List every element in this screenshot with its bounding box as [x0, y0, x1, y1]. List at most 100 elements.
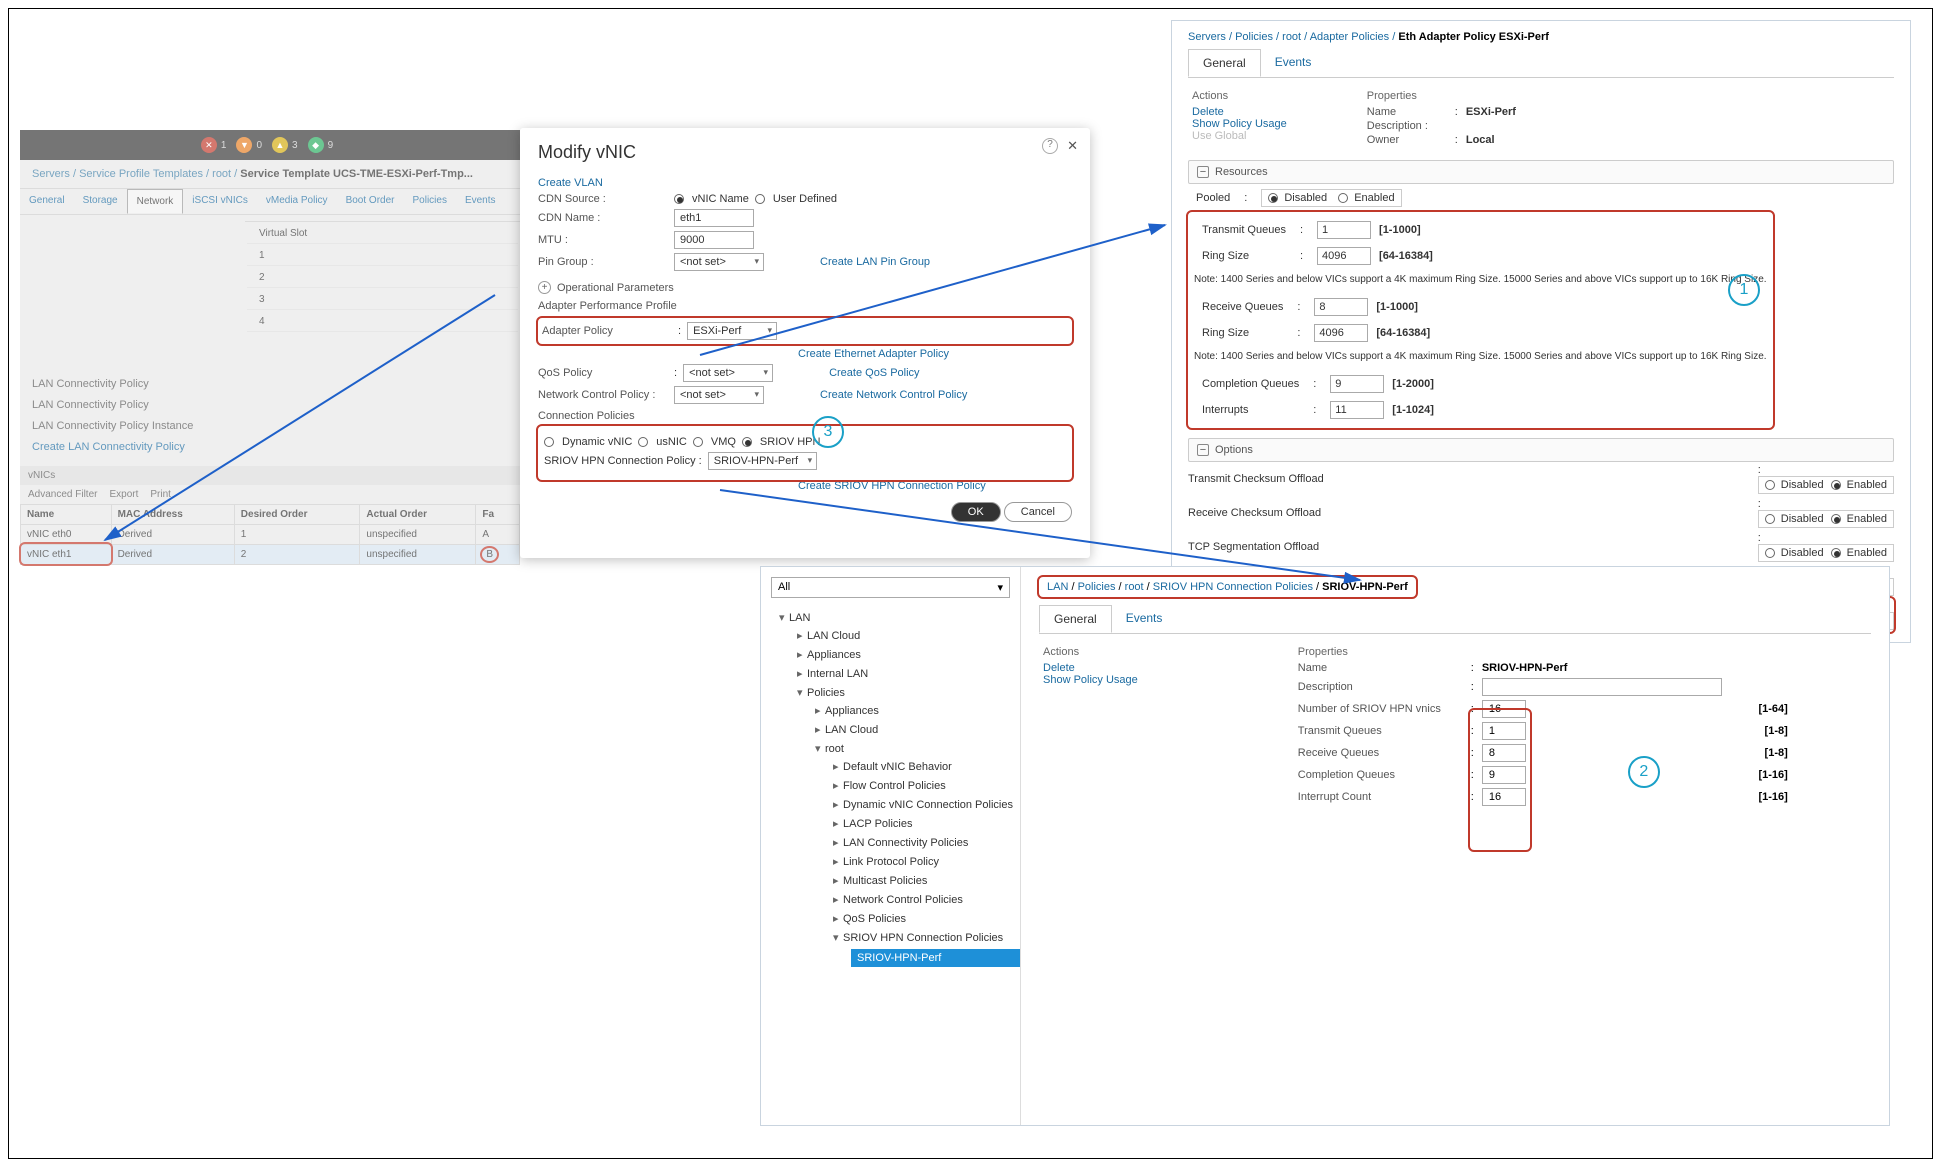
tree-item[interactable]: ▸QoS Policies — [833, 909, 1020, 928]
tab-iscsi[interactable]: iSCSI vNICs — [183, 189, 257, 214]
vslot-row[interactable]: 2 — [247, 268, 518, 288]
crumb-item[interactable]: SRIOV HPN Connection Policies — [1153, 581, 1313, 593]
delete-link[interactable]: Delete — [1043, 662, 1138, 674]
sriov-policy-select[interactable]: SRIOV-HPN-Perf — [708, 452, 817, 470]
tree-item[interactable]: Internal LAN — [807, 668, 868, 680]
crumb-item[interactable]: Service Profile Templates — [79, 168, 203, 180]
tab-vmedia[interactable]: vMedia Policy — [257, 189, 337, 214]
opt-disabled-radio[interactable] — [1765, 548, 1775, 558]
pin-group-select[interactable]: <not set> — [674, 253, 764, 271]
print-button[interactable]: Print — [150, 489, 171, 500]
create-pin-group-link[interactable]: Create LAN Pin Group — [820, 256, 930, 268]
tab-storage[interactable]: Storage — [74, 189, 127, 214]
cdn-name-input[interactable]: eth1 — [674, 209, 754, 227]
show-policy-usage-link[interactable]: Show Policy Usage — [1043, 674, 1138, 686]
cancel-button[interactable]: Cancel — [1004, 502, 1072, 522]
crumb-item[interactable]: Policies — [1235, 31, 1273, 43]
show-policy-usage-link[interactable]: Show Policy Usage — [1192, 118, 1287, 130]
col-actual-order[interactable]: Actual Order — [360, 504, 476, 524]
field-input[interactable]: 16 — [1482, 788, 1526, 806]
col-fabric[interactable]: Fa — [476, 504, 520, 524]
tree-item[interactable]: ▸Multicast Policies — [833, 871, 1020, 890]
table-row[interactable]: vNIC eth0Derived1unspecifiedA — [21, 524, 520, 544]
ok-button[interactable]: OK — [951, 502, 1001, 522]
opt-disabled-radio[interactable] — [1765, 480, 1775, 490]
create-vlan-link[interactable]: Create VLAN — [538, 177, 1072, 189]
breadcrumb[interactable]: Servers / Policies / root / Adapter Poli… — [1188, 31, 1894, 43]
export-button[interactable]: Export — [109, 489, 138, 500]
crumb-item[interactable]: Adapter Policies — [1310, 31, 1390, 43]
tree-filter-select[interactable]: All▾ — [771, 577, 1010, 598]
tree-item[interactable]: LAN Cloud — [825, 724, 878, 736]
tab-events[interactable]: Events — [1261, 49, 1326, 77]
resources-section[interactable]: −Resources — [1188, 160, 1894, 184]
col-name[interactable]: Name — [21, 504, 112, 524]
tab-boot[interactable]: Boot Order — [337, 189, 404, 214]
tab-general[interactable]: General — [1188, 49, 1261, 77]
expand-icon[interactable]: + — [538, 281, 551, 294]
desc-input[interactable] — [1482, 678, 1722, 696]
opt-enabled-radio[interactable] — [1831, 514, 1841, 524]
close-icon[interactable]: ✕ — [1067, 138, 1078, 154]
filter-button[interactable]: Advanced Filter — [28, 489, 97, 500]
tree-policies[interactable]: Policies — [807, 687, 845, 699]
tree-item[interactable]: ▸Network Control Policies — [833, 890, 1020, 909]
crumb-item[interactable]: root — [212, 168, 231, 180]
tab-events[interactable]: Events — [1112, 605, 1177, 633]
col-desired-order[interactable]: Desired Order — [234, 504, 360, 524]
tree-item[interactable]: LAN Cloud — [807, 630, 860, 642]
cdn-user-radio[interactable] — [755, 194, 765, 204]
breadcrumb[interactable]: LAN / Policies / root / SRIOV HPN Connec… — [1039, 577, 1416, 597]
ncp-select[interactable]: <not set> — [674, 386, 764, 404]
tree-item[interactable]: Appliances — [807, 649, 861, 661]
pooled-enabled-radio[interactable] — [1338, 193, 1348, 203]
mtu-input[interactable]: 9000 — [674, 231, 754, 249]
vslot-row[interactable]: 4 — [247, 312, 518, 332]
field-input[interactable]: 9 — [1482, 766, 1526, 784]
fabric-b-cell[interactable]: B — [482, 548, 497, 561]
tree-lan[interactable]: LAN — [789, 612, 810, 624]
tab-general[interactable]: General — [20, 189, 74, 214]
cq-input[interactable]: 9 — [1330, 375, 1384, 393]
tab-network[interactable]: Network — [127, 189, 184, 214]
tree-root[interactable]: root — [825, 743, 844, 755]
qos-select[interactable]: <not set> — [683, 364, 773, 382]
vslot-row[interactable]: 1 — [247, 246, 518, 266]
adapter-policy-select[interactable]: ESXi-Perf — [687, 322, 777, 340]
tx-ring-input[interactable]: 4096 — [1317, 247, 1371, 265]
policy-tabs[interactable]: General Events — [1188, 49, 1894, 78]
breadcrumb[interactable]: Servers / Service Profile Templates / ro… — [20, 160, 520, 189]
rx-queues-input[interactable]: 8 — [1314, 298, 1368, 316]
tree-item[interactable]: ▸Link Protocol Policy — [833, 852, 1020, 871]
tx-queues-input[interactable]: 1 — [1317, 221, 1371, 239]
opt-enabled-radio[interactable] — [1831, 480, 1841, 490]
crumb-item[interactable]: Servers — [1188, 31, 1226, 43]
tree-item[interactable]: ▸Flow Control Policies — [833, 776, 1020, 795]
create-ncp-link[interactable]: Create Network Control Policy — [820, 389, 967, 401]
help-icon[interactable]: ? — [1042, 138, 1058, 154]
pooled-disabled-radio[interactable] — [1268, 193, 1278, 203]
field-input[interactable]: 1 — [1482, 722, 1526, 740]
crumb-item[interactable]: LAN — [1047, 581, 1068, 593]
tab-events[interactable]: Events — [456, 189, 505, 214]
detail-tabs[interactable]: General Events — [1039, 605, 1871, 634]
tree-item[interactable]: ▸Dynamic vNIC Connection Policies — [833, 795, 1020, 814]
tree-item[interactable]: ▸Default vNIC Behavior — [833, 757, 1020, 776]
col-mac[interactable]: MAC Address — [111, 504, 234, 524]
create-eth-adapter-link[interactable]: Create Ethernet Adapter Policy — [798, 348, 949, 360]
create-sriov-link[interactable]: Create SRIOV HPN Connection Policy — [798, 480, 986, 492]
field-input[interactable]: 8 — [1482, 744, 1526, 762]
opt-enabled-radio[interactable] — [1831, 548, 1841, 558]
delete-link[interactable]: Delete — [1192, 106, 1287, 118]
rx-ring-input[interactable]: 4096 — [1314, 324, 1368, 342]
table-row-selected[interactable]: vNIC eth1Derived2unspecifiedB — [21, 544, 520, 564]
tab-policies[interactable]: Policies — [403, 189, 455, 214]
create-qos-link[interactable]: Create QoS Policy — [829, 367, 919, 379]
nav-tree[interactable]: ▾LAN ▸LAN Cloud ▸Appliances ▸Internal LA… — [761, 608, 1020, 982]
tree-item[interactable]: ▾SRIOV HPN Connection Policies — [833, 928, 1020, 947]
vnic-eth1-cell[interactable]: vNIC eth1 — [21, 544, 112, 564]
tab-general[interactable]: General — [1039, 605, 1112, 633]
field-input[interactable]: 16 — [1482, 700, 1526, 718]
crumb-item[interactable]: root — [1282, 31, 1301, 43]
int-input[interactable]: 11 — [1330, 401, 1384, 419]
